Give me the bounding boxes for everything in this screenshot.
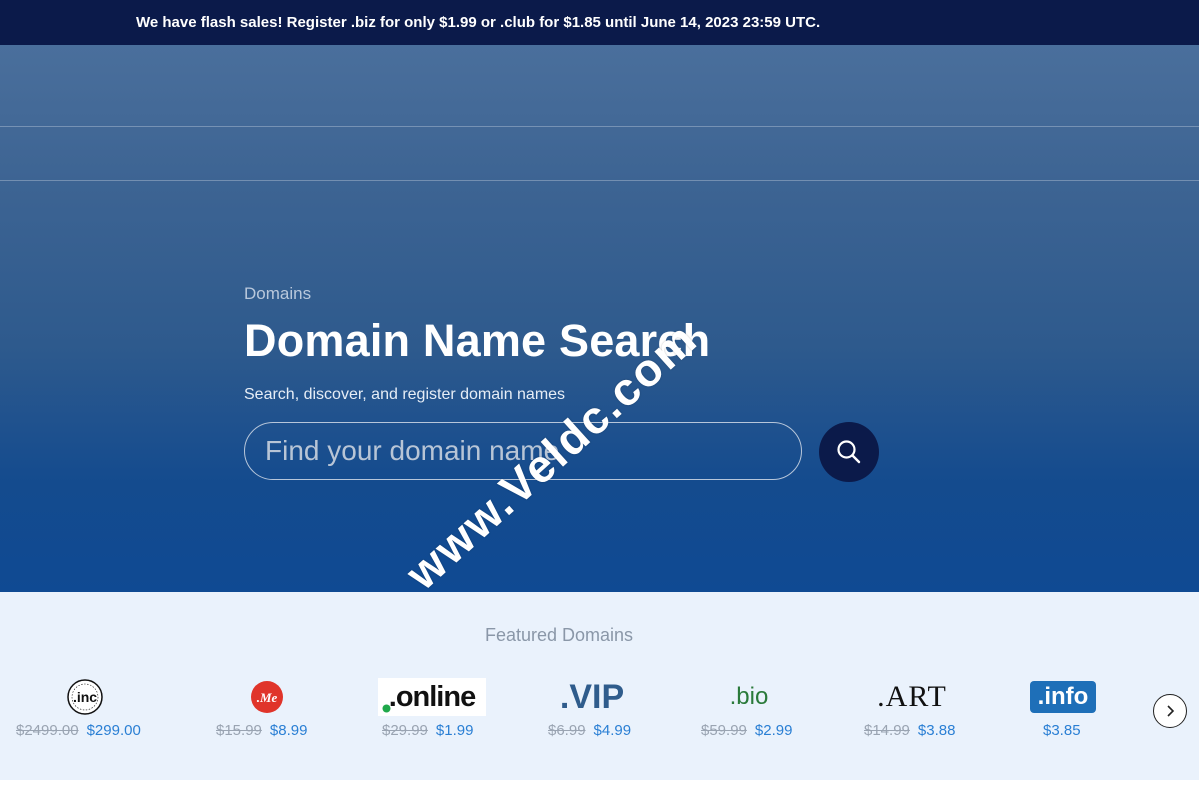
page-subtitle: Search, discover, and register domain na…	[244, 386, 566, 403]
promo-banner: We have flash sales! Register .biz for o…	[0, 0, 1199, 45]
chevron-right-icon	[1167, 705, 1175, 717]
price-group: $14.99 $3.88	[864, 722, 955, 739]
price-group: $6.99 $4.99	[548, 722, 631, 739]
inc-logo-text: .inc	[73, 689, 97, 705]
vip-logo: .VIP	[552, 678, 632, 716]
info-logo-text: .info	[1037, 683, 1089, 710]
old-price: $6.99	[548, 722, 586, 739]
sale-price: $8.99	[269, 722, 308, 739]
sale-price: $3.85	[1043, 722, 1081, 739]
old-price: $29.99	[382, 722, 428, 739]
online-logo-text: .online	[388, 680, 476, 713]
info-logo: .info	[1030, 681, 1096, 713]
sale-price: $1.99	[435, 722, 474, 739]
domain-search-input[interactable]	[244, 422, 802, 480]
old-price: $59.99	[701, 722, 747, 739]
online-logo: .online	[378, 678, 486, 716]
featured-domain-bio[interactable]: .bio $59.99 $2.99	[701, 678, 811, 748]
sale-price: $3.88	[917, 722, 956, 739]
old-price: $2499.00	[16, 722, 79, 739]
old-price: $15.99	[216, 722, 262, 739]
featured-domain-vip[interactable]: .VIP $6.99 $4.99	[548, 678, 648, 748]
price-group: $29.99 $1.99	[382, 722, 473, 739]
hero-section: Domains Domain Name Search Search, disco…	[0, 45, 1199, 592]
bio-logo: .bio	[723, 678, 775, 716]
me-logo: .Me	[250, 678, 284, 716]
promo-text: We have flash sales! Register .biz for o…	[136, 14, 821, 31]
price-group: $59.99 $2.99	[701, 722, 792, 739]
sale-price: $2.99	[754, 722, 793, 739]
hero-divider	[0, 180, 1199, 181]
price-group: $3.85	[1043, 722, 1081, 739]
carousel-next-button[interactable]	[1153, 694, 1187, 728]
me-logo-text: .Me	[257, 690, 278, 705]
old-price: $14.99	[864, 722, 910, 739]
breadcrumb[interactable]: Domains	[244, 284, 311, 304]
featured-title: Featured Domains	[484, 625, 634, 645]
inc-logo: .inc	[66, 678, 104, 716]
art-logo-text: .ART	[877, 680, 947, 713]
featured-domain-art[interactable]: .ART $14.99 $3.88	[864, 678, 974, 748]
sale-price: $299.00	[86, 722, 141, 739]
bio-logo-text: .bio	[729, 683, 769, 710]
featured-domain-online[interactable]: .online $29.99 $1.99	[378, 678, 498, 748]
online-dot-icon	[382, 704, 391, 713]
hero-divider	[0, 126, 1199, 127]
featured-domain-info[interactable]: .info $3.85	[1030, 678, 1100, 748]
featured-domain-me[interactable]: .Me $15.99 $8.99	[216, 678, 326, 748]
price-group: $15.99 $8.99	[216, 722, 307, 739]
sale-price: $4.99	[593, 722, 632, 739]
price-group: $2499.00 $299.00	[16, 722, 141, 739]
art-logo: .ART	[877, 678, 947, 716]
featured-domain-inc[interactable]: .inc $2499.00 $299.00	[16, 678, 166, 748]
vip-logo-text: .VIP	[559, 677, 625, 716]
search-icon	[837, 440, 861, 464]
featured-domains-section: Featured Domains .inc $2499.00 $299.00 .M…	[0, 592, 1199, 780]
search-button[interactable]	[819, 422, 879, 482]
page-title: Domain Name Search	[244, 315, 711, 366]
